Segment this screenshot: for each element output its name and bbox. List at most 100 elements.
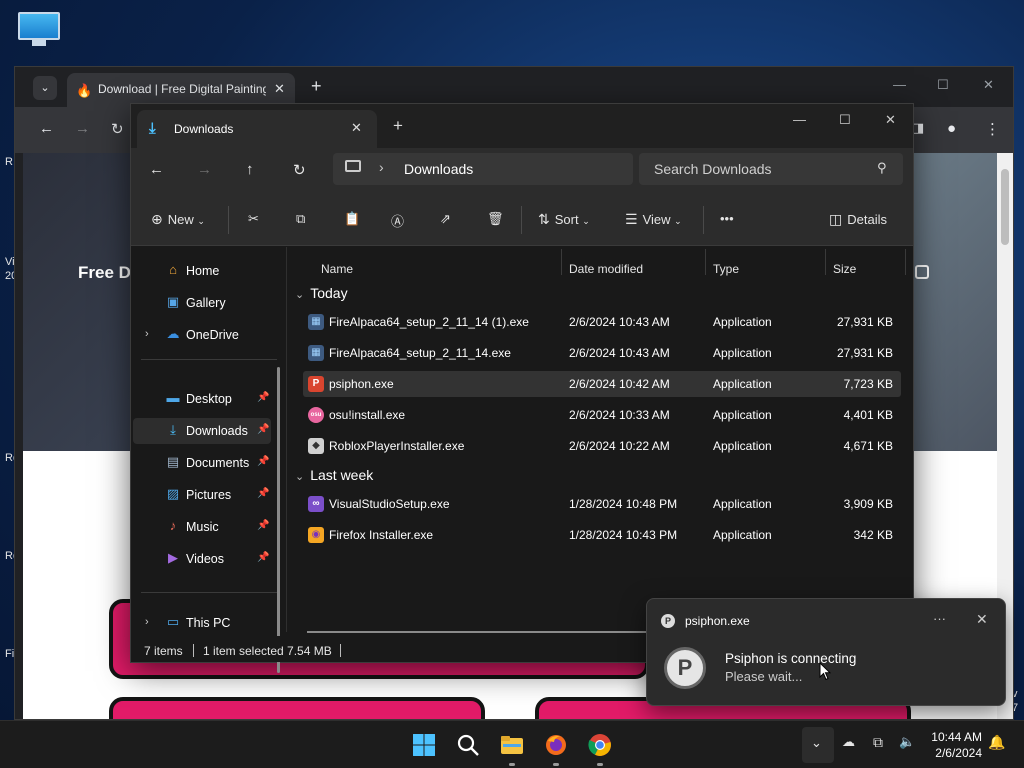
chevron-up-icon[interactable]: ⌄ <box>811 735 822 751</box>
start-windows-icon[interactable] <box>412 733 436 757</box>
expand-chevron-icon[interactable]: › <box>145 328 149 340</box>
profile-icon[interactable]: ● <box>947 120 956 137</box>
address-bar[interactable]: › Downloads <box>333 153 633 185</box>
nav-item-pictures[interactable]: ▨ Pictures 📌 <box>133 482 271 508</box>
file-type: Application <box>713 439 772 453</box>
file-row-selected[interactable]: P psiphon.exe 2/6/2024 10:42 AM Applicat… <box>303 371 901 397</box>
onedrive-offline-icon[interactable]: ☁ <box>842 734 855 750</box>
file-row[interactable]: ◉ Firefox Installer.exe 1/28/2024 10:43 … <box>303 522 901 548</box>
column-divider[interactable] <box>825 249 826 275</box>
this-pc-desktop-icon[interactable] <box>18 12 60 48</box>
navigation-pane: ⌂ Home ▣ Gallery › ☁ OneDrive ▬ Desktop … <box>131 247 287 673</box>
search-icon[interactable] <box>456 733 480 757</box>
download-arrow-icon: ⤓ <box>149 120 156 137</box>
menu-icon[interactable]: ⋮ <box>985 120 1000 138</box>
nav-scrollbar[interactable] <box>277 367 280 673</box>
nav-item-this-pc[interactable]: › ▭ This PC <box>133 610 271 636</box>
search-placeholder: Search Downloads <box>654 161 772 177</box>
file-date: 2/6/2024 10:33 AM <box>569 408 670 422</box>
sort-button[interactable]: ⇅ Sort ⌄ <box>538 211 590 228</box>
pin-icon: 📌 <box>257 488 270 499</box>
breadcrumb-downloads[interactable]: Downloads <box>404 161 473 177</box>
network-icon[interactable]: ⧉ <box>873 734 883 751</box>
mouse-cursor-icon <box>819 662 831 681</box>
close-tab-icon[interactable]: ✕ <box>351 120 362 136</box>
expand-chevron-icon[interactable]: › <box>145 616 149 628</box>
browser-minimize-button[interactable]: — <box>893 77 906 92</box>
column-divider[interactable] <box>905 249 906 275</box>
more-options-button[interactable]: ••• <box>720 211 734 226</box>
nav-item-documents[interactable]: ▤ Documents 📌 <box>133 450 271 476</box>
notification-toast[interactable]: P psiphon.exe ··· ✕ P Psiphon is connect… <box>646 598 1006 706</box>
file-row[interactable]: osu osu!install.exe 2/6/2024 10:33 AM Ap… <box>303 402 901 428</box>
file-row[interactable]: ◆ RobloxPlayerInstaller.exe 2/6/2024 10:… <box>303 433 901 459</box>
delete-icon[interactable]: 🗑 <box>487 211 504 227</box>
new-tab-button[interactable]: + <box>311 76 322 97</box>
refresh-icon[interactable]: ↻ <box>293 161 306 179</box>
new-tab-button[interactable]: + <box>393 116 403 136</box>
chrome-icon[interactable] <box>588 733 612 757</box>
tab-search-button[interactable]: ⌄ <box>33 76 57 100</box>
view-button[interactable]: ☰ View ⌄ <box>625 211 682 228</box>
close-window-button[interactable]: ✕ <box>885 112 896 128</box>
cut-icon[interactable]: ✂ <box>248 211 259 227</box>
nav-item-home[interactable]: ⌂ Home <box>133 258 271 284</box>
nav-item-music[interactable]: ♪ Music 📌 <box>133 514 271 540</box>
browser-close-button[interactable]: ✕ <box>983 77 994 93</box>
nav-item-desktop[interactable]: ▬ Desktop 📌 <box>133 386 271 412</box>
youtube-icon[interactable] <box>915 265 929 279</box>
copy-icon[interactable]: ⧉ <box>296 211 305 227</box>
group-header-last-week[interactable]: ⌄ Last week <box>295 467 373 483</box>
divider <box>141 592 277 593</box>
toast-close-button[interactable]: ✕ <box>976 611 988 628</box>
group-header-today[interactable]: ⌄ Today <box>295 285 348 301</box>
clock[interactable]: 10:44 AM 2/6/2024 <box>922 729 982 761</box>
nav-item-gallery[interactable]: ▣ Gallery <box>133 290 271 316</box>
close-tab-icon[interactable]: ✕ <box>274 81 285 97</box>
back-icon[interactable]: ← <box>39 120 54 137</box>
back-icon[interactable]: ← <box>149 161 164 178</box>
file-date: 1/28/2024 10:48 PM <box>569 497 678 511</box>
volume-muted-icon[interactable]: 🔈 <box>899 734 915 750</box>
file-type: Application <box>713 408 772 422</box>
chevron-right-icon[interactable]: › <box>379 159 384 175</box>
search-input[interactable]: Search Downloads ⚲ <box>639 153 903 185</box>
up-icon[interactable]: ↑ <box>246 161 254 178</box>
firefox-icon[interactable] <box>544 733 568 757</box>
column-header-size[interactable]: Size <box>833 262 856 276</box>
column-header-name[interactable]: Name <box>321 262 353 276</box>
nav-item-videos[interactable]: ▶ Videos 📌 <box>133 546 271 572</box>
column-header-type[interactable]: Type <box>713 262 739 276</box>
browser-maximize-button[interactable]: ☐ <box>937 77 949 93</box>
details-button[interactable]: ◫ Details <box>829 211 887 228</box>
toast-more-button[interactable]: ··· <box>933 611 946 626</box>
psiphon-app-icon: P <box>661 614 675 628</box>
column-divider[interactable] <box>705 249 706 275</box>
file-date: 2/6/2024 10:43 AM <box>569 315 670 329</box>
pin-icon: 📌 <box>257 520 270 531</box>
search-icon: ⚲ <box>877 160 887 175</box>
rename-icon[interactable]: Ⓐ <box>391 211 404 230</box>
column-header-date[interactable]: Date modified <box>569 262 643 276</box>
notification-bell-icon[interactable]: 🔔 <box>988 734 1005 751</box>
nav-item-downloads[interactable]: ⤓ Downloads 📌 <box>133 418 271 444</box>
browser-tab[interactable]: 🔥 Download | Free Digital Painting ✕ <box>67 73 295 107</box>
forward-icon[interactable]: → <box>75 120 90 137</box>
file-row[interactable]: ▦ FireAlpaca64_setup_2_11_14 (1).exe 2/6… <box>303 309 901 335</box>
file-row[interactable]: ▦ FireAlpaca64_setup_2_11_14.exe 2/6/202… <box>303 340 901 366</box>
download-option-button[interactable] <box>109 697 485 719</box>
minimize-button[interactable]: — <box>793 112 806 127</box>
maximize-button[interactable]: ☐ <box>839 112 851 128</box>
nav-item-onedrive[interactable]: › ☁ OneDrive <box>133 322 271 348</box>
column-divider[interactable] <box>561 249 562 275</box>
forward-icon[interactable]: → <box>197 161 212 178</box>
new-button[interactable]: ⊕ New ⌄ <box>151 211 205 228</box>
nav-label: Gallery <box>186 296 226 310</box>
file-explorer-icon[interactable] <box>500 733 524 757</box>
paste-icon[interactable]: 📋 <box>344 211 360 227</box>
horizontal-scrollbar[interactable] <box>307 631 647 633</box>
share-icon[interactable]: ⇗ <box>440 211 451 227</box>
reload-icon[interactable]: ↻ <box>111 120 124 138</box>
file-row[interactable]: ∞ VisualStudioSetup.exe 1/28/2024 10:48 … <box>303 491 901 517</box>
explorer-tab[interactable]: ⤓ Downloads ✕ <box>137 110 377 148</box>
